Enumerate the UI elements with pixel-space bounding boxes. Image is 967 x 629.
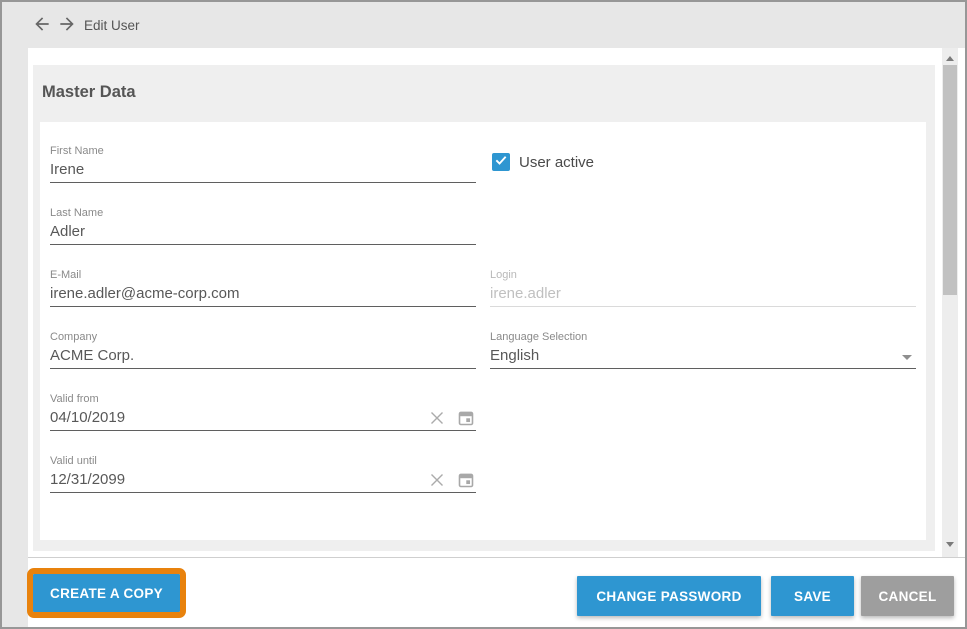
- clear-x-icon[interactable]: [429, 472, 445, 488]
- login-label: Login: [490, 269, 916, 281]
- login-input: irene.adler: [490, 283, 916, 307]
- calendar-icon[interactable]: [458, 410, 474, 426]
- header-bar: Edit User: [2, 2, 965, 48]
- valid-from-field: Valid from 04/10/2019: [50, 393, 476, 431]
- email-label: E-Mail: [50, 269, 476, 281]
- first-name-input[interactable]: Irene: [50, 159, 476, 183]
- valid-until-field: Valid until 12/31/2099: [50, 455, 476, 493]
- forward-button[interactable]: [57, 14, 79, 36]
- first-name-label: First Name: [50, 145, 476, 157]
- scroll-up-icon[interactable]: [946, 56, 954, 61]
- company-label: Company: [50, 331, 476, 343]
- section-title: Master Data: [42, 83, 136, 102]
- user-active-row: User active: [492, 153, 594, 171]
- edit-user-window: Edit User Master Data First Name Irene L…: [0, 0, 967, 629]
- scrollbar-thumb[interactable]: [943, 65, 957, 295]
- clear-x-icon[interactable]: [429, 410, 445, 426]
- last-name-label: Last Name: [50, 207, 476, 219]
- language-label: Language Selection: [490, 331, 916, 343]
- calendar-icon[interactable]: [458, 472, 474, 488]
- user-active-label: User active: [519, 154, 594, 171]
- chevron-down-icon[interactable]: [902, 355, 912, 360]
- valid-until-label: Valid until: [50, 455, 476, 467]
- user-active-checkbox[interactable]: [492, 153, 510, 171]
- scroll-down-icon[interactable]: [946, 542, 954, 547]
- save-button[interactable]: SAVE: [771, 576, 854, 616]
- last-name-input[interactable]: Adler: [50, 221, 476, 245]
- language-select[interactable]: English: [490, 345, 916, 369]
- arrow-right-icon: [57, 21, 77, 38]
- last-name-field: Last Name Adler: [50, 207, 476, 245]
- company-field: Company ACME Corp.: [50, 331, 476, 369]
- footer-bar: CREATE A COPY CHANGE PASSWORD SAVE CANCE…: [28, 557, 965, 627]
- email-input[interactable]: irene.adler@acme-corp.com: [50, 283, 476, 307]
- page-title: Edit User: [84, 18, 140, 33]
- valid-from-input[interactable]: 04/10/2019: [50, 407, 476, 431]
- vertical-scrollbar: [942, 48, 958, 557]
- first-name-field: First Name Irene: [50, 145, 476, 183]
- valid-from-label: Valid from: [50, 393, 476, 405]
- change-password-button[interactable]: CHANGE PASSWORD: [577, 576, 761, 616]
- cancel-button[interactable]: CANCEL: [861, 576, 954, 616]
- back-button[interactable]: [32, 14, 54, 36]
- left-gutter: [2, 48, 28, 627]
- arrow-left-icon: [32, 21, 52, 38]
- company-input[interactable]: ACME Corp.: [50, 345, 476, 369]
- create-a-copy-button[interactable]: CREATE A COPY: [33, 574, 180, 612]
- email-field: E-Mail irene.adler@acme-corp.com: [50, 269, 476, 307]
- checkmark-icon: [494, 153, 508, 172]
- language-field: Language Selection English: [490, 331, 916, 369]
- login-field: Login irene.adler: [490, 269, 916, 307]
- valid-until-input[interactable]: 12/31/2099: [50, 469, 476, 493]
